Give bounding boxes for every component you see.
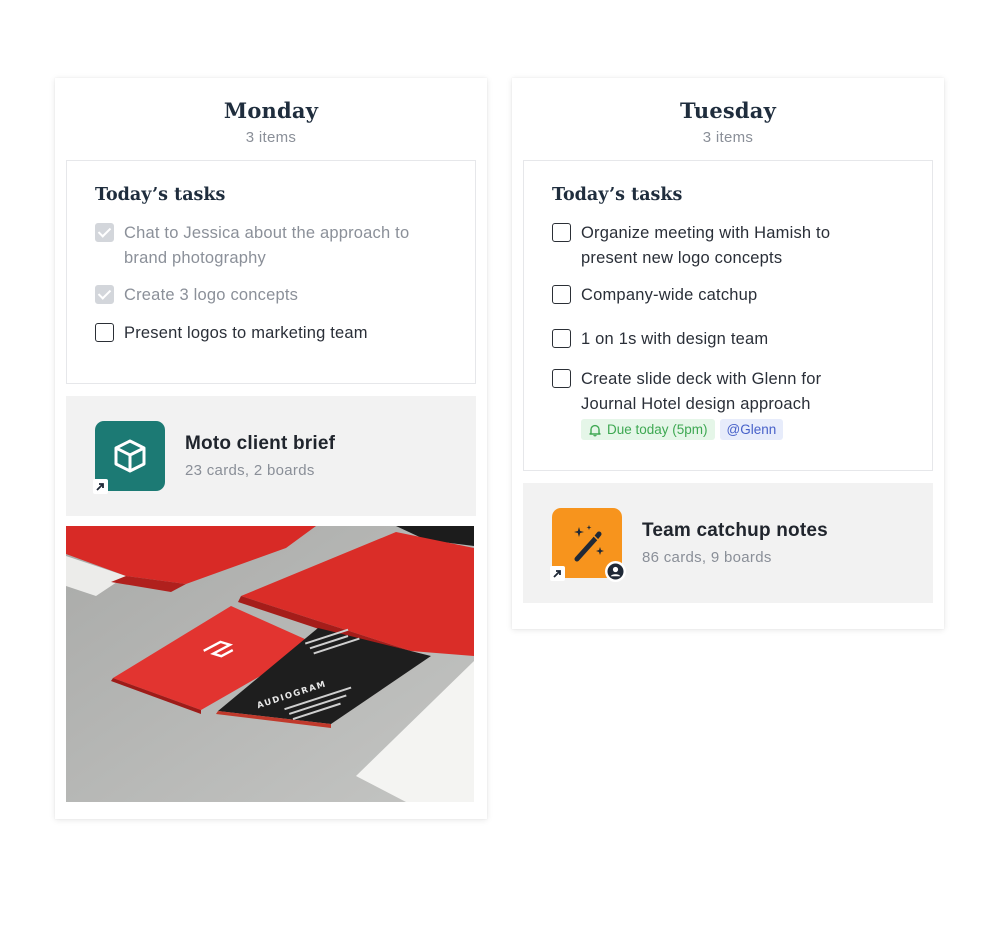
monday-header: Monday 3 items	[66, 78, 476, 160]
task-text[interactable]: Company-wide catchup	[581, 283, 757, 308]
board-info: Moto client brief 23 cards, 2 boards	[185, 433, 335, 479]
shortcut-arrow-icon	[550, 566, 565, 581]
column-title: Monday	[223, 98, 319, 123]
board-info: Team catchup notes 86 cards, 9 boards	[642, 520, 828, 566]
task-text[interactable]: Create slide deck with Glenn for Journal…	[581, 367, 871, 416]
shortcut-arrow-icon	[93, 479, 108, 494]
board-meta: 86 cards, 9 boards	[642, 549, 772, 566]
task-checkbox[interactable]	[552, 285, 571, 304]
task-item: Create 3 logo concepts	[95, 283, 447, 308]
tuesday-header: Tuesday 3 items	[523, 78, 933, 160]
business-cards-photo: AUDIOGRAM	[66, 526, 474, 802]
task-item: Organize meeting with Hamish to present …	[552, 221, 904, 270]
task-list-title: Today’s tasks	[95, 185, 226, 205]
task-text[interactable]: Chat to Jessica about the approach to br…	[124, 221, 444, 270]
task-item: Chat to Jessica about the approach to br…	[95, 221, 447, 270]
due-date-text: Due today (5pm)	[607, 422, 708, 437]
mention-badge[interactable]: @Glenn	[719, 419, 784, 440]
board-title: Moto client brief	[185, 433, 336, 454]
board-title: Team catchup notes	[642, 520, 828, 541]
task-checkbox-checked[interactable]	[95, 223, 114, 242]
stationery-image[interactable]: AUDIOGRAM	[66, 526, 474, 802]
monday-column: Monday 3 items Today’s tasks Chat to Jes…	[55, 78, 487, 819]
tuesday-column: Tuesday 3 items Today’s tasks Organize m…	[512, 78, 944, 629]
task-checkbox[interactable]	[552, 328, 571, 348]
task-checkbox[interactable]	[95, 322, 114, 342]
task-text[interactable]: Present logos to marketing team	[124, 321, 368, 346]
task-list-title: Today’s tasks	[552, 185, 683, 205]
task-text[interactable]: Create 3 logo concepts	[124, 283, 298, 308]
task-item: 1 on 1s with design team	[552, 327, 904, 352]
board-meta: 23 cards, 2 boards	[185, 462, 315, 479]
task-item: Company-wide catchup	[552, 283, 904, 308]
task-tags: Due today (5pm) @Glenn	[581, 419, 904, 440]
board-link-moto[interactable]: Moto client brief 23 cards, 2 boards	[66, 396, 476, 516]
tuesday-task-list: Today’s tasks Organize meeting with Hami…	[523, 160, 933, 471]
task-item: Create slide deck with Glenn for Journal…	[552, 367, 904, 416]
column-title: Tuesday	[679, 98, 777, 123]
magic-wand-icon	[574, 525, 604, 562]
board-link-team-catchup[interactable]: Team catchup notes 86 cards, 9 boards	[523, 483, 933, 603]
column-item-count: 3 items	[245, 129, 297, 146]
cube-icon	[114, 439, 146, 473]
column-item-count: 3 items	[702, 129, 754, 146]
task-checkbox-checked[interactable]	[95, 285, 114, 304]
due-date-badge[interactable]: Due today (5pm)	[581, 419, 715, 440]
task-checkbox[interactable]	[552, 369, 571, 388]
shared-user-icon	[605, 561, 626, 582]
task-checkbox[interactable]	[552, 223, 571, 242]
task-item: Present logos to marketing team	[95, 321, 447, 346]
board-icon	[93, 421, 165, 494]
monday-task-list: Today’s tasks Chat to Jessica about the …	[66, 160, 476, 384]
bell-icon	[589, 424, 601, 436]
task-text[interactable]: Organize meeting with Hamish to present …	[581, 221, 871, 270]
task-text[interactable]: 1 on 1s with design team	[581, 327, 768, 352]
board-icon	[550, 508, 626, 582]
